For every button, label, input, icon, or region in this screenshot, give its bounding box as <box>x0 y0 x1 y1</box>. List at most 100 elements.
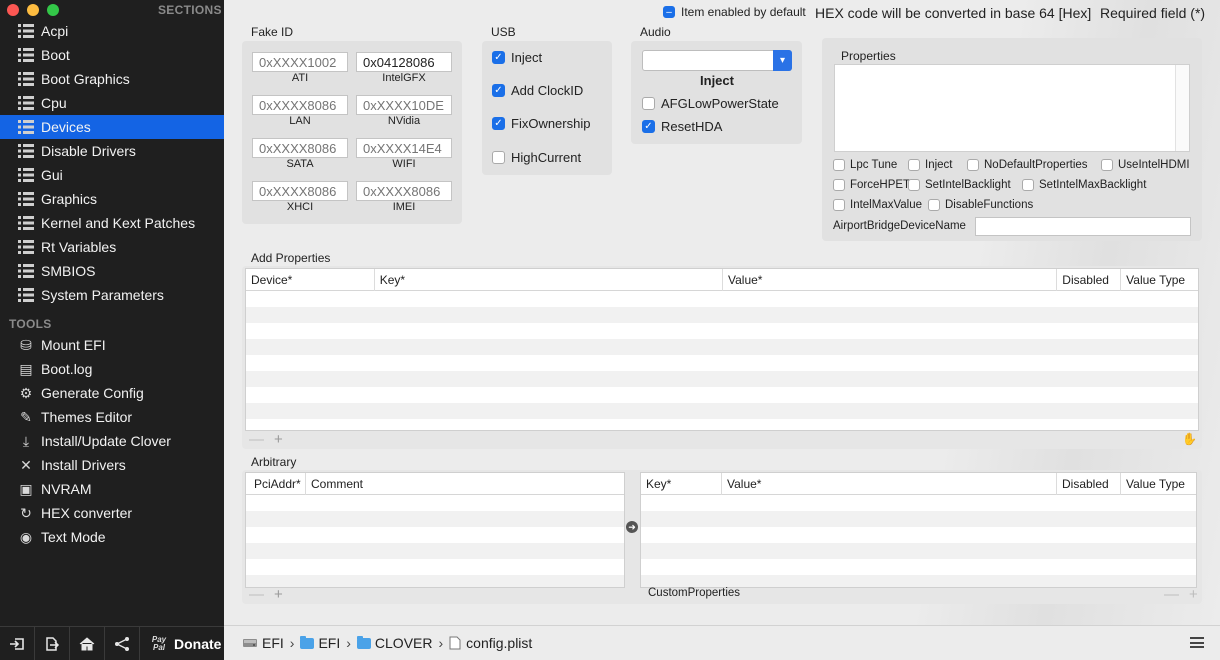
crumb-clover-folder[interactable]: CLOVER <box>356 635 432 651</box>
audio-inject-select[interactable]: ▾ <box>642 50 792 71</box>
usb-highcurrent-checkbox[interactable]: HighCurrent <box>492 150 581 165</box>
set-intel-max-backlight-checkbox[interactable]: SetIntelMaxBacklight <box>1022 179 1146 191</box>
sidebar-item-kernel-and-kext-patches[interactable]: Kernel and Kext Patches <box>0 211 224 235</box>
sidebar-item-devices[interactable]: Devices <box>0 115 224 139</box>
table-row[interactable] <box>641 527 1196 543</box>
fake-id-intelgfx-input[interactable] <box>356 52 452 72</box>
lpc-tune-checkbox[interactable]: Lpc Tune <box>833 159 897 171</box>
crumb-efi-volume[interactable]: EFI <box>242 635 284 651</box>
column-device[interactable]: Device* <box>246 269 375 291</box>
sidebar-tool-text-mode[interactable]: ◉ Text Mode <box>0 525 224 549</box>
zoom-window-button[interactable] <box>47 4 59 16</box>
arrow-right-circle-icon[interactable]: ➜ <box>626 521 638 533</box>
table-row[interactable] <box>641 511 1196 527</box>
sidebar-tool-install-update-clover[interactable]: ⤓ Install/Update Clover <box>0 429 224 453</box>
table-row[interactable] <box>246 339 1198 355</box>
column-custom-key[interactable]: Key* <box>641 473 722 495</box>
airport-bridge-input[interactable] <box>975 217 1191 236</box>
hamburger-menu-icon[interactable] <box>1190 637 1204 648</box>
sidebar-item-smbios[interactable]: SMBIOS <box>0 259 224 283</box>
sidebar-tool-hex-converter[interactable]: ↻ HEX converter <box>0 501 224 525</box>
arbitrary-custom-table[interactable]: Key* Value* Disabled Value Type <box>640 472 1197 588</box>
add-properties-table[interactable]: Device* Key* Value* Disabled Value Type <box>245 268 1199 431</box>
table-row[interactable] <box>246 371 1198 387</box>
table-row[interactable] <box>246 543 624 559</box>
sidebar-tool-generate-config[interactable]: ⚙ Generate Config <box>0 381 224 405</box>
column-custom-value-type[interactable]: Value Type <box>1121 473 1196 495</box>
column-disabled[interactable]: Disabled <box>1057 269 1122 291</box>
share-button[interactable] <box>105 626 140 660</box>
table-row[interactable] <box>246 575 624 587</box>
sidebar-tool-mount-efi[interactable]: ⛁ Mount EFI <box>0 333 224 357</box>
crumb-efi-folder[interactable]: EFI <box>300 635 340 651</box>
sidebar-tool-boot-log[interactable]: ▤ Boot.log <box>0 357 224 381</box>
fake-id-sata-input[interactable] <box>252 138 348 158</box>
minimize-window-button[interactable] <box>27 4 39 16</box>
crumb-config-file[interactable]: config.plist <box>449 635 532 651</box>
add-arbitrary-button[interactable]: + <box>274 586 283 603</box>
sidebar-tool-nvram[interactable]: ▣ NVRAM <box>0 477 224 501</box>
table-row[interactable] <box>246 419 1198 430</box>
sidebar-tool-themes-editor[interactable]: ✎ Themes Editor <box>0 405 224 429</box>
usb-add-clockid-checkbox[interactable]: ✓ Add ClockID <box>492 83 583 98</box>
fake-id-wifi-input[interactable] <box>356 138 452 158</box>
fake-id-ati-input[interactable] <box>252 52 348 72</box>
arbitrary-pci-table[interactable]: PciAddr* Comment <box>245 472 625 588</box>
sidebar-item-disable-drivers[interactable]: Disable Drivers <box>0 139 224 163</box>
properties-textarea[interactable] <box>834 64 1190 152</box>
fake-id-imei-input[interactable] <box>356 181 452 201</box>
table-row[interactable] <box>246 355 1198 371</box>
sidebar-item-cpu[interactable]: Cpu <box>0 91 224 115</box>
sidebar-item-boot-graphics[interactable]: Boot Graphics <box>0 67 224 91</box>
import-button[interactable] <box>0 626 35 660</box>
fake-id-nvidia-input[interactable] <box>356 95 452 115</box>
column-custom-value[interactable]: Value* <box>722 473 1057 495</box>
reset-hda-checkbox[interactable]: ✓ ResetHDA <box>642 119 722 134</box>
sidebar-item-gui[interactable]: Gui <box>0 163 224 187</box>
fake-id-xhci-input[interactable] <box>252 181 348 201</box>
disable-functions-checkbox[interactable]: DisableFunctions <box>928 199 1033 211</box>
table-row[interactable] <box>246 387 1198 403</box>
add-row-button[interactable]: + <box>274 431 283 448</box>
usb-inject-checkbox[interactable]: ✓ Inject <box>492 50 542 65</box>
column-key[interactable]: Key* <box>375 269 723 291</box>
intel-max-value-checkbox[interactable]: IntelMaxValue <box>833 199 922 211</box>
table-row[interactable] <box>246 527 624 543</box>
table-row[interactable] <box>246 403 1198 419</box>
sidebar-item-system-parameters[interactable]: System Parameters <box>0 283 224 307</box>
home-button[interactable] <box>70 626 105 660</box>
table-row[interactable] <box>246 559 624 575</box>
set-intel-backlight-checkbox[interactable]: SetIntelBacklight <box>908 179 1011 191</box>
column-value-type[interactable]: Value Type <box>1121 269 1198 291</box>
remove-row-button[interactable]: — <box>249 431 264 448</box>
use-intel-hdmi-checkbox[interactable]: UseIntelHDMI <box>1101 159 1190 171</box>
table-row[interactable] <box>641 495 1196 511</box>
sidebar-item-acpi[interactable]: Acpi <box>0 19 224 43</box>
remove-custom-button[interactable]: — <box>1164 586 1179 603</box>
table-row[interactable] <box>641 543 1196 559</box>
table-row[interactable] <box>641 559 1196 575</box>
column-pciaddr[interactable]: PciAddr* <box>246 473 306 495</box>
add-custom-button[interactable]: + <box>1189 586 1198 603</box>
table-row[interactable] <box>246 495 624 511</box>
no-default-properties-checkbox[interactable]: NoDefaultProperties <box>967 159 1088 171</box>
sidebar-item-rt-variables[interactable]: Rt Variables <box>0 235 224 259</box>
afg-low-power-checkbox[interactable]: AFGLowPowerState <box>642 96 779 111</box>
sidebar-tool-install-drivers[interactable]: ✕ Install Drivers <box>0 453 224 477</box>
close-window-button[interactable] <box>7 4 19 16</box>
column-comment[interactable]: Comment <box>306 473 624 495</box>
column-custom-disabled[interactable]: Disabled <box>1057 473 1121 495</box>
properties-scrollbar[interactable] <box>1175 65 1189 151</box>
column-value[interactable]: Value* <box>723 269 1058 291</box>
table-row[interactable] <box>246 323 1198 339</box>
usb-fixownership-checkbox[interactable]: ✓ FixOwnership <box>492 116 590 131</box>
sidebar-item-boot[interactable]: Boot <box>0 43 224 67</box>
table-row[interactable] <box>246 307 1198 323</box>
properties-inject-checkbox[interactable]: Inject <box>908 159 953 171</box>
sidebar-item-graphics[interactable]: Graphics <box>0 187 224 211</box>
fake-id-lan-input[interactable] <box>252 95 348 115</box>
table-row[interactable] <box>246 291 1198 307</box>
force-hpet-checkbox[interactable]: ForceHPET <box>833 179 910 191</box>
table-row[interactable] <box>246 511 624 527</box>
remove-arbitrary-button[interactable]: — <box>249 586 264 603</box>
